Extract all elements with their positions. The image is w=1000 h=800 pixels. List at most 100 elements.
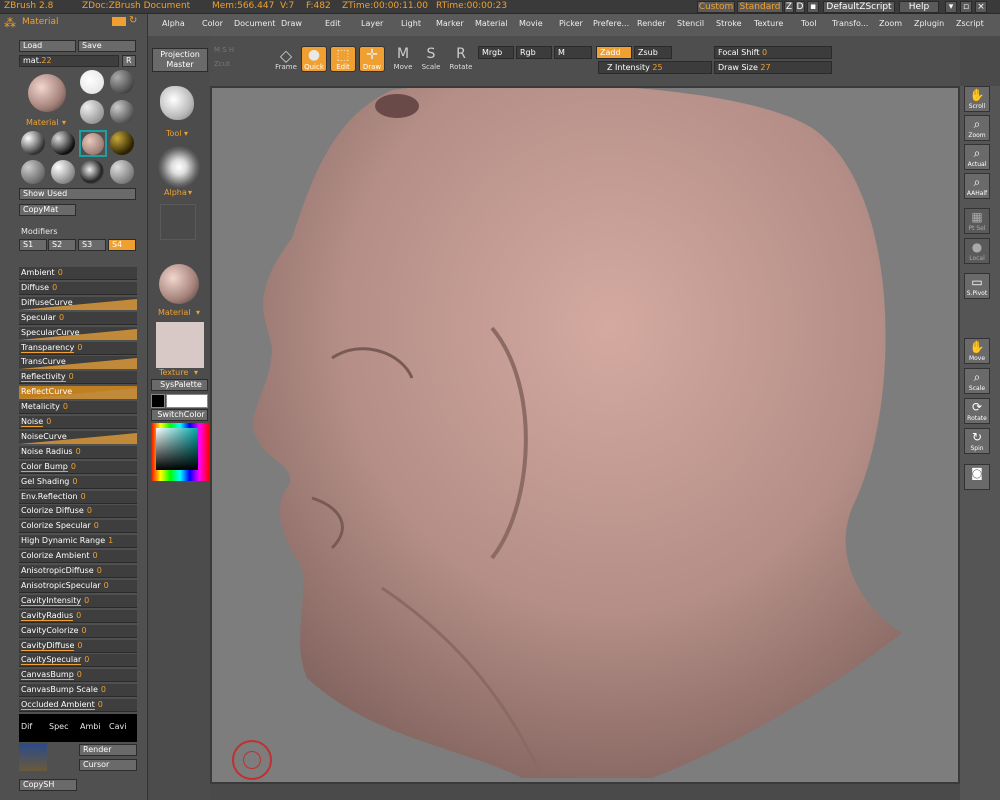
local-button[interactable]: ● Local (964, 238, 990, 264)
material-swatch-11[interactable] (80, 160, 104, 184)
material-swatch-3[interactable] (80, 100, 104, 124)
palette-icon[interactable]: ⁂ (4, 16, 16, 30)
noisecurve-curve[interactable]: NoiseCurve (19, 430, 137, 444)
occluded-ambient-slider[interactable]: Occluded Ambient 0 (19, 699, 137, 713)
save-button[interactable]: Save (78, 40, 136, 52)
anisotropicspecular-slider[interactable]: AnisotropicSpecular 0 (19, 579, 137, 593)
rgb-button[interactable]: Rgb (516, 46, 552, 59)
m-button[interactable]: M (554, 46, 592, 59)
material-swatch-8[interactable] (110, 131, 134, 155)
actual-button[interactable]: ⌕ Actual (964, 144, 990, 170)
chevron-down-icon[interactable]: ▾ (184, 129, 188, 138)
current-material-sphere[interactable] (28, 74, 66, 112)
close-window-icon[interactable]: × (975, 1, 987, 13)
menu-layer[interactable]: Layer (361, 19, 383, 28)
colorize-specular-slider[interactable]: Colorize Specular 0 (19, 520, 137, 534)
snapshot-button[interactable]: ◙ (964, 464, 990, 490)
menu-zscript[interactable]: Zscript (956, 19, 984, 28)
draw-size-slider[interactable]: Draw Size 27 (714, 61, 832, 74)
noise-slider[interactable]: Noise 0 (19, 416, 137, 429)
minimize-window-icon[interactable]: ▾ (945, 1, 957, 13)
z-intensity-slider[interactable]: Z Intensity 25 (598, 61, 712, 74)
s-pivot-button[interactable]: ▭ S.Pivot (964, 273, 990, 299)
restore-window-icon[interactable]: ▫ (960, 1, 972, 13)
alpha-label[interactable]: Alpha (164, 188, 187, 197)
color-picker[interactable] (151, 423, 209, 481)
mrgb-button[interactable]: Mrgb (478, 46, 514, 59)
help-button[interactable]: Help (899, 1, 939, 13)
tool-label[interactable]: Tool (166, 129, 182, 138)
canvasbump-slider[interactable]: CanvasBump 0 (19, 669, 137, 683)
menu-texture[interactable]: Texture (754, 19, 783, 28)
tool-thumbnail[interactable] (160, 86, 194, 120)
texture-label[interactable]: Texture (159, 368, 188, 377)
custom-button[interactable]: Custom (697, 1, 735, 13)
standard-button[interactable]: Standard (737, 1, 783, 13)
render-button[interactable]: Render (79, 744, 137, 756)
default-zscript-button[interactable]: DefaultZScript (823, 1, 895, 13)
material-swatch-5[interactable] (21, 131, 45, 155)
color-gradient-square[interactable] (156, 428, 198, 470)
chevron-down-icon[interactable]: ▾ (194, 368, 198, 377)
material-swatch-12[interactable] (110, 160, 134, 184)
s2-button[interactable]: S2 (48, 239, 76, 251)
material-swatch-6[interactable] (51, 131, 75, 155)
environment-thumbnail[interactable] (19, 743, 47, 771)
document-canvas[interactable] (210, 83, 960, 784)
gel-shading-slider[interactable]: Gel Shading 0 (19, 475, 137, 489)
cavitydiffuse-slider[interactable]: CavityDiffuse 0 (19, 639, 137, 653)
scroll-button[interactable]: ✋ Scroll (964, 86, 990, 112)
menu-material[interactable]: Material (475, 19, 508, 28)
scale-view-button[interactable]: ⌕ Scale (964, 368, 990, 394)
secondary-color-swatch[interactable] (166, 394, 208, 408)
material-name-field[interactable]: mat.22 (19, 55, 119, 67)
menu-edit[interactable]: Edit (325, 19, 341, 28)
menu-document[interactable]: Document (234, 19, 275, 28)
menu-render[interactable]: Render (637, 19, 665, 28)
minimize-icon[interactable]: ▪ (807, 1, 819, 13)
material-label[interactable]: Material (158, 308, 191, 317)
env-reflection-slider[interactable]: Env.Reflection 0 (19, 490, 137, 504)
canvasbump-scale-slider[interactable]: CanvasBump Scale 0 (19, 684, 137, 698)
material-swatch-4[interactable] (110, 100, 134, 124)
specularcurve-curve[interactable]: SpecularCurve (19, 326, 137, 340)
menu-stroke[interactable]: Stroke (716, 19, 742, 28)
copy-mat-button[interactable]: CopyMat (19, 204, 76, 216)
zoom-button[interactable]: ⌕ Zoom (964, 115, 990, 141)
cavitycolorize-slider[interactable]: CavityColorize 0 (19, 624, 137, 638)
s1-button[interactable]: S1 (19, 239, 47, 251)
anisotropicdiffuse-slider[interactable]: AnisotropicDiffuse 0 (19, 565, 137, 578)
diffuse-slider[interactable]: Diffuse 0 (19, 281, 137, 295)
cursor-button[interactable]: Cursor (79, 759, 137, 771)
menu-draw[interactable]: Draw (281, 19, 302, 28)
material-swatch-10[interactable] (51, 160, 75, 184)
diffusecurve-curve[interactable]: DiffuseCurve (19, 296, 137, 310)
material-swatch-1[interactable] (80, 70, 104, 94)
aahalf-button[interactable]: ⌕ AAHalf (964, 173, 990, 199)
collapse-icon[interactable] (112, 17, 126, 26)
r-button[interactable]: R (122, 55, 136, 67)
high-dynamic-range-slider[interactable]: High Dynamic Range 1 (19, 535, 137, 549)
material-thumbnail[interactable] (159, 264, 199, 304)
noise-radius-slider[interactable]: Noise Radius 0 (19, 445, 137, 459)
material-label[interactable]: Material (26, 118, 59, 127)
menu-light[interactable]: Light (401, 19, 421, 28)
chevron-down-icon[interactable]: ▾ (196, 308, 200, 317)
load-button[interactable]: Load (19, 40, 76, 52)
s4-button[interactable]: S4 (108, 239, 136, 251)
texture-thumbnail[interactable] (156, 322, 204, 368)
move-view-button[interactable]: ✋ Move (964, 338, 990, 364)
material-swatch-9[interactable] (21, 160, 45, 184)
menu-marker[interactable]: Marker (436, 19, 464, 28)
menu-stencil[interactable]: Stencil (677, 19, 704, 28)
switchcolor-button[interactable]: SwitchColor (151, 409, 208, 421)
menu-color[interactable]: Color (202, 19, 223, 28)
z-button[interactable]: Z (784, 1, 794, 13)
material-swatch-2[interactable] (110, 70, 134, 94)
focal-shift-slider[interactable]: Focal Shift 0 (714, 46, 832, 59)
rotate-view-button[interactable]: ⟳ Rotate (964, 398, 990, 424)
menu-movie[interactable]: Movie (519, 19, 543, 28)
d-button[interactable]: D (795, 1, 805, 13)
ambient-slider[interactable]: Ambient 0 (19, 267, 137, 280)
menu-alpha[interactable]: Alpha (162, 19, 185, 28)
